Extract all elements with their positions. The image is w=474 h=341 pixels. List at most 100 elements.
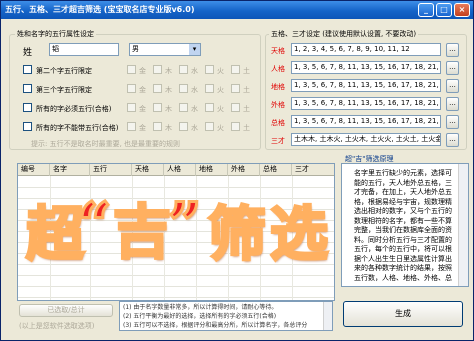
chevron-down-icon[interactable]: ▾ [189,44,200,55]
grid-header: 编号 名字 五行 天格 人格 地格 外格 总格 三才 [18,164,334,176]
title-bar: 五行、五格、三才超吉筛选 (宝宝取名店专业版v6.0) _ □ × [1,1,473,19]
description-panel[interactable]: 名字里五行缺少的元素，选择可能的五行，天人地外总五格，三才完备，在加上，天人地外… [341,163,469,287]
results-grid[interactable]: 编号 名字 五行 天格 人格 地格 外格 总格 三才 超 “ 吉 ” 筛 选 [17,163,335,301]
element-label: 金 [139,86,146,94]
col-header[interactable]: 外格 [228,164,260,176]
element-label: 水 [191,124,198,132]
element-checkbox[interactable] [231,84,240,93]
waige-browse-button[interactable]: ... [446,97,459,111]
row3-label: 所有的字必须五行(合格) [36,105,112,113]
dige-label: 地格 [271,83,285,91]
grid-row-line [18,187,334,188]
renge-browse-button[interactable]: ... [446,61,459,75]
grid-row-line [18,286,334,287]
element-checkbox[interactable] [153,122,162,131]
watermark-char: 吉 [111,198,172,266]
col-header[interactable]: 天格 [132,164,164,176]
sancai-browse-button[interactable]: ... [446,133,459,147]
element-label: 火 [217,86,224,94]
element-label: 金 [139,67,146,75]
grid-row-line [18,297,334,298]
notes-box: (1) 由于名字数量非常多，所以计算得时间，请耐心等待。 (2) 五行平衡为最好… [119,301,333,331]
description-scrollbar[interactable] [458,164,468,286]
element-checkbox[interactable] [231,103,240,112]
col-header[interactable]: 总格 [260,164,292,176]
notes-scrollbar[interactable] [323,302,332,330]
minimize-icon[interactable]: _ [418,3,434,17]
element-label: 土 [243,67,250,75]
name-wuxing-legend: 姓和名字的五行属性设定 [15,29,96,39]
maximize-icon[interactable]: □ [436,3,452,17]
element-label: 土 [243,86,250,94]
element-label: 木 [165,86,172,94]
note-line: (1) 由于名字数量非常多，所以计算得时间，请耐心等待。 [123,304,278,311]
note-line: (2) 五行平衡为最好的选择，选择所有的字必须五行(合格) [123,313,277,320]
element-checkbox[interactable] [179,84,188,93]
zongge-browse-button[interactable]: ... [446,115,459,129]
element-checkbox[interactable] [153,84,162,93]
element-label: 土 [243,124,250,132]
col-header[interactable]: 五行 [90,164,132,176]
row3-checkbox[interactable] [23,103,32,112]
generate-button[interactable]: 生成 [343,301,463,327]
element-checkbox[interactable] [127,65,136,74]
selected-count-sub: (以上是您软件选取选项) [19,322,95,330]
row2-label: 第三个字五行限定 [36,86,92,94]
col-header[interactable]: 人格 [164,164,196,176]
wuxing-hint: 提示: 五行不是取名时最重要, 也是最重要的规则 [31,140,181,148]
element-checkbox[interactable] [179,65,188,74]
element-checkbox[interactable] [205,84,214,93]
sancai-input[interactable]: 土木木, 土木火, 土火木, 土火火, 土火土, 土火金 [291,133,441,146]
element-checkbox[interactable] [127,84,136,93]
row4-checkbox[interactable] [23,122,32,131]
element-checkbox[interactable] [205,103,214,112]
zongge-input[interactable]: 1, 3, 5, 6, 7, 8, 11, 13, 15, 16, 17, 18… [291,115,441,128]
close-icon[interactable]: × [454,3,470,17]
row4-label: 所有的字不能带五行(合格) [36,124,119,132]
selected-count-button[interactable]: 已选取/总计 [19,304,113,317]
element-checkbox[interactable] [231,122,240,131]
element-checkbox[interactable] [231,65,240,74]
element-checkbox[interactable] [205,65,214,74]
element-checkbox[interactable] [153,103,162,112]
dige-browse-button[interactable]: ... [446,79,459,93]
zongge-label: 总格 [271,119,285,127]
element-label: 木 [165,67,172,75]
col-header[interactable]: 三才 [292,164,334,176]
element-checkbox[interactable] [205,122,214,131]
element-label: 水 [191,86,198,94]
tiange-label: 天格 [271,47,285,55]
row2-checkbox[interactable] [23,84,32,93]
waige-input[interactable]: 1, 3, 5, 6, 7, 8, 11, 13, 15, 16, 17, 18… [291,97,441,110]
surname-label: 姓 [23,48,33,58]
watermark-char: “ [76,190,112,258]
tiange-browse-button[interactable]: ... [446,43,459,57]
watermark-char: 筛 [206,200,267,268]
renge-input[interactable]: 1, 3, 5, 6, 7, 8, 11, 13, 15, 16, 17, 18… [291,61,441,74]
renge-label: 人格 [271,65,285,73]
tiange-input[interactable]: 1, 2, 3, 4, 5, 6, 7, 8, 9, 10, 11, 12 [291,43,441,56]
element-label: 火 [217,67,224,75]
element-label: 土 [243,105,250,113]
col-header[interactable]: 地格 [196,164,228,176]
watermark-char: ” [166,190,202,258]
col-header[interactable]: 名字 [50,164,90,176]
dige-input[interactable]: 1, 3, 5, 6, 7, 8, 11, 13, 15, 16, 17, 18… [291,79,441,92]
element-label: 水 [191,105,198,113]
grid-row-line [18,275,334,276]
element-checkbox[interactable] [127,103,136,112]
element-checkbox[interactable] [127,122,136,131]
watermark-char: 超 [24,200,85,268]
sancai-label: 三才 [271,137,285,145]
element-label: 金 [139,124,146,132]
surname-input[interactable]: 韬 [49,43,119,56]
element-checkbox[interactable] [179,103,188,112]
watermark-char: 选 [268,200,329,268]
element-label: 火 [217,124,224,132]
element-label: 水 [191,67,198,75]
col-header[interactable]: 编号 [18,164,50,176]
element-checkbox[interactable] [153,65,162,74]
row1-checkbox[interactable] [23,65,32,74]
element-checkbox[interactable] [179,122,188,131]
gender-select[interactable]: 男 ▾ [129,43,201,56]
